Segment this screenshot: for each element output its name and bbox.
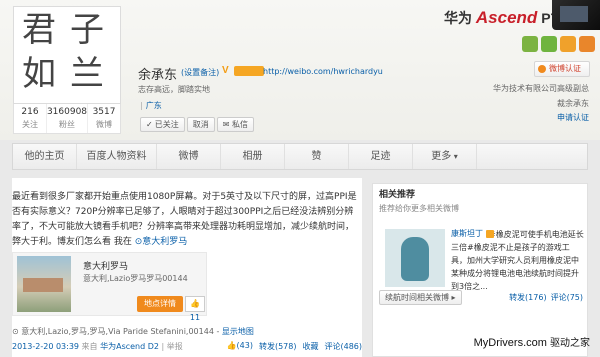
weibo-post: 最近看到很多厂家都开始重点使用1080P屏幕。对于5英寸及以下尺寸的屏，过高PP…	[12, 178, 362, 357]
recommend-comment[interactable]: 评论(75)	[551, 292, 583, 303]
fans-count[interactable]: 3160908 粉丝	[47, 104, 89, 133]
recommend-user[interactable]: 康斯坦丁	[451, 228, 494, 239]
follow-actions: ✓ 已关注 取消 ✉ 私信	[140, 117, 254, 133]
post-meta: 2013-2-20 03:39 来自 华为Ascend D2 | 举报 👍(43…	[12, 341, 362, 352]
favorite-button[interactable]: 收藏	[302, 341, 318, 352]
related-weibo-button[interactable]: 续航时间相关微博 ▸	[379, 290, 462, 305]
recommend-subtitle: 推荐给你更多相关微博	[379, 204, 459, 213]
banner-ad[interactable]: 华为 Ascend P7	[340, 0, 600, 36]
repost-button[interactable]: 转发(578)	[259, 341, 297, 352]
followed-button[interactable]: ✓ 已关注	[140, 117, 185, 132]
place-like-button[interactable]: 👍11	[185, 296, 205, 322]
phone-image	[552, 0, 600, 30]
message-button[interactable]: ✉ 私信	[216, 117, 254, 132]
avatar[interactable]: 君 子 如 兰	[13, 6, 121, 104]
profile-counts: 216 关注 3160908 粉丝 3517 微博	[13, 104, 121, 134]
weibo-count[interactable]: 3517 微博	[88, 104, 120, 133]
place-title[interactable]: 意大利罗马	[83, 259, 128, 272]
recommend-image[interactable]	[385, 229, 445, 287]
banner-brand: 华为 Ascend P7	[444, 8, 559, 27]
profile-desc: 志存高远，脚踏实地	[138, 85, 210, 94]
thumb-icon: 👍	[190, 299, 200, 308]
recommend-card: 相关推荐 推荐给你更多相关微博 #橡皮泥可使手机电池延长三倍#橡皮泥不止是孩子的…	[372, 183, 588, 357]
watermark: MyDrivers.com 驱动之家	[473, 337, 590, 349]
medal-icon[interactable]	[579, 36, 595, 52]
place-subtitle: 意大利,Lazio罗马罗马00144	[83, 274, 188, 283]
apply-verify-link[interactable]: 申请认证	[557, 112, 589, 123]
profile-location[interactable]: | 广东	[140, 100, 162, 111]
avatar-calligraphy: 君 子 如 兰	[22, 10, 104, 94]
post-text: 最近看到很多厂家都开始重点使用1080P屏幕。对于5英寸及以下尺寸的屏，过高PP…	[12, 192, 357, 247]
show-map-link[interactable]: 显示地图	[222, 327, 254, 336]
tab-home[interactable]: 他的主页	[13, 144, 77, 169]
verify-info-2: 裁余承东	[557, 99, 589, 108]
verified-vip-badges[interactable]: V	[222, 66, 264, 77]
verified-v-icon: V	[222, 65, 229, 76]
recommend-actions: 转发(176) 评论(75)	[509, 292, 583, 303]
check-icon: ✓	[146, 120, 153, 129]
place-thumbnail[interactable]	[17, 256, 71, 312]
verify-info-1: 华为技术有限公司高级副总	[493, 84, 589, 93]
profile-icon-bar	[522, 36, 595, 52]
tab-footprint[interactable]: 足迹	[349, 144, 413, 169]
recommend-footer: 续航时间相关微博 ▸ 转发(176) 评论(75)	[379, 290, 583, 305]
recommend-repost[interactable]: 转发(176)	[509, 292, 547, 303]
tab-weibo[interactable]: 微博	[157, 144, 221, 169]
following-count[interactable]: 216 关注	[14, 104, 47, 133]
vip-icon	[486, 229, 494, 238]
place-detail-button[interactable]: 地点详情	[137, 296, 183, 312]
profile-url[interactable]: http://weibo.com/hwrichardyu	[263, 67, 383, 76]
profile-header: 华为 Ascend P7 君 子 如 兰 216 关注 3160908 粉丝 351…	[0, 0, 600, 140]
profile-name: 余承东	[138, 68, 178, 83]
share-icon[interactable]	[522, 36, 538, 52]
post-location: ⊙ 意大利,Lazio,罗马,罗马,Via Paride Stefanini,0…	[12, 327, 254, 336]
set-note-link[interactable]: (设置备注)	[181, 67, 219, 78]
post-actions: 👍(43) 转发(578) 收藏 评论(486)	[227, 341, 362, 352]
pin-icon: ⊙	[12, 327, 19, 336]
profile-nav: 他的主页 百度人物资料 微博 相册 赞 足迹 更多	[12, 143, 588, 170]
recommend-heading: 相关推荐	[379, 190, 416, 200]
post-time[interactable]: 2013-2-20 03:39	[12, 342, 79, 351]
comment-button[interactable]: 评论(486)	[324, 341, 362, 352]
tab-baidu-profile[interactable]: 百度人物资料	[77, 144, 157, 169]
tab-more[interactable]: 更多	[413, 144, 477, 169]
weibo-verify-button[interactable]: 微博认证	[534, 61, 590, 77]
vip-icon	[234, 66, 264, 76]
photo-icon[interactable]	[541, 36, 557, 52]
location-icon[interactable]	[560, 36, 576, 52]
tab-album[interactable]: 相册	[221, 144, 285, 169]
like-button[interactable]: 👍(43)	[227, 341, 253, 352]
place-card[interactable]: 意大利罗马 意大利,Lazio罗马罗马00144 地点详情 👍11	[12, 252, 207, 322]
report-link[interactable]: | 举报	[162, 342, 183, 351]
tab-likes[interactable]: 赞	[285, 144, 349, 169]
post-location-link[interactable]: ⊙意大利罗马	[135, 237, 188, 247]
unfollow-button[interactable]: 取消	[186, 117, 215, 132]
post-source[interactable]: 华为Ascend D2	[100, 342, 159, 351]
envelope-icon: ✉	[222, 120, 232, 129]
